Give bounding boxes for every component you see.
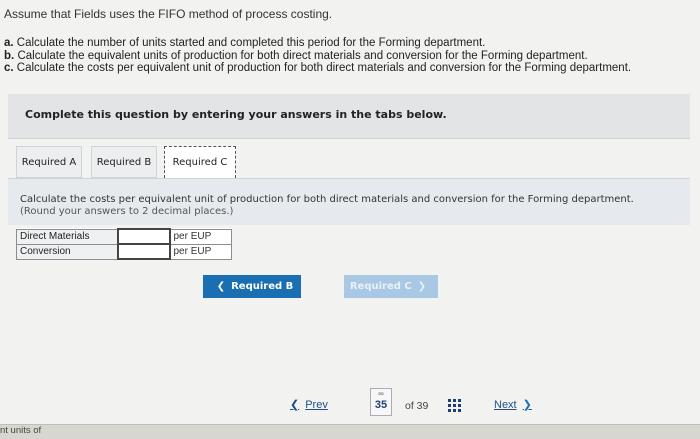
row-label-direct-materials: Direct Materials: [16, 228, 118, 245]
intro-text: Assume that Fields uses the FIFO method …: [4, 7, 333, 21]
next-link[interactable]: Next ❯: [494, 398, 532, 411]
grid-icon[interactable]: [448, 399, 462, 413]
unit-label: per EUP: [169, 228, 232, 245]
prev-required-button[interactable]: ❮ Required B: [203, 275, 301, 298]
chevron-left-icon: ❮: [290, 399, 300, 411]
table-row: Direct Materials per EUP: [16, 228, 232, 245]
answer-table: Direct Materials per EUP Conversion per …: [16, 228, 232, 260]
rounding-note: (Round your answers to 2 decimal places.…: [20, 206, 234, 217]
prev-link[interactable]: ❮ Prev: [290, 398, 328, 411]
row-label-conversion: Conversion: [16, 243, 118, 260]
chevron-left-icon: ❮: [216, 281, 226, 292]
next-required-label: Required C: [349, 281, 412, 292]
bottom-partial-text: nt units of: [0, 425, 42, 436]
link-icon: ∞: [378, 389, 384, 398]
tab-required-b[interactable]: Required B: [91, 146, 157, 178]
page-number: 35: [374, 399, 388, 411]
direct-materials-input[interactable]: [116, 228, 171, 245]
chevron-right-icon: ❯: [522, 399, 532, 411]
instruction-panel: Complete this question by entering your …: [8, 94, 690, 139]
table-row: Conversion per EUP: [16, 243, 232, 260]
page-total: of 39: [405, 400, 429, 412]
question-content: Calculate the costs per equivalent unit …: [8, 178, 690, 225]
bottom-bar: [0, 424, 700, 439]
task-b: b. Calculate the equivalent units of pro…: [4, 49, 588, 62]
tab-required-a[interactable]: Required A: [16, 146, 82, 178]
task-c: c. Calculate the costs per equivalent un…: [4, 62, 632, 74]
tab-required-c[interactable]: Required C: [164, 146, 236, 178]
panel-title: Complete this question by entering your …: [25, 108, 447, 121]
question-text: Calculate the costs per equivalent unit …: [20, 194, 634, 205]
task-list: a. Calculate the number of units started…: [4, 37, 631, 75]
chevron-right-icon: ❯: [417, 281, 427, 292]
conversion-input[interactable]: [116, 243, 171, 260]
page-number-box[interactable]: ∞ 35: [370, 388, 392, 416]
unit-label: per EUP: [169, 243, 232, 260]
prev-required-label: Required B: [231, 281, 294, 292]
task-a: a. Calculate the number of units started…: [4, 37, 486, 49]
next-required-button[interactable]: Required C ❯: [344, 275, 438, 298]
